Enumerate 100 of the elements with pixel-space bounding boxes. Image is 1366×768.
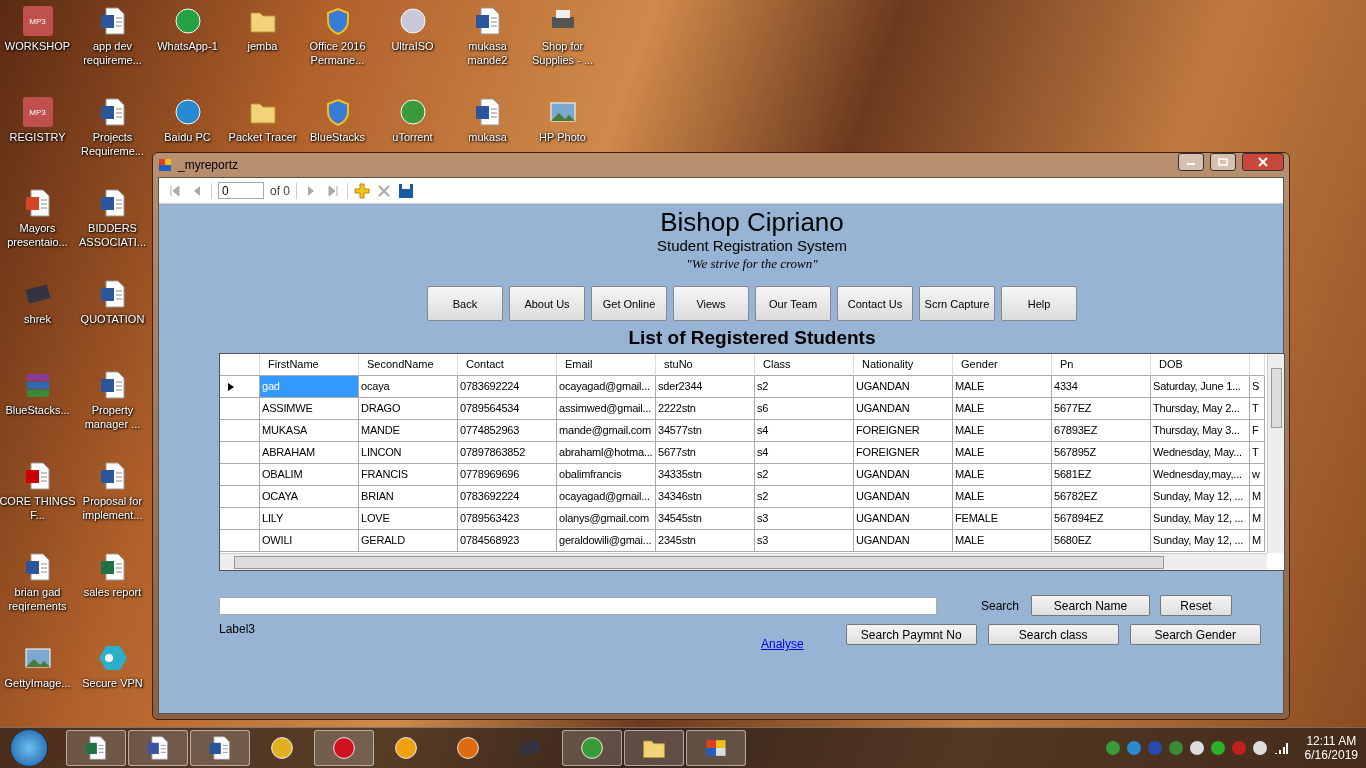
signal-icon[interactable] [1273,742,1288,754]
audio-file-icon[interactable]: MP3 [22,6,53,36]
table-cell: 56782EZ [1052,486,1151,508]
table-cell: assimwed@gmail... [557,398,656,420]
table-cell: Sunday, May 12, ... [1151,486,1250,508]
table-cell: MALE [953,486,1052,508]
taskbar-app-button[interactable] [128,730,188,766]
analyse-link[interactable]: Analyse [761,637,804,651]
tray-icon[interactable] [1189,741,1204,755]
table-cell: MANDE [359,420,458,442]
table-cell: MALE [953,530,1052,552]
table-cell: T [1250,398,1265,420]
search-field[interactable] [219,596,937,615]
record-count: of 0 [270,183,290,198]
column-header[interactable]: Pn [1052,354,1151,376]
nav-button[interactable]: Back [427,286,503,321]
table-cell: FRANCIS [359,464,458,486]
first-record-button[interactable] [167,182,183,199]
table-cell: GERALD [359,530,458,552]
table-cell: 0789564534 [458,398,557,420]
column-header[interactable]: SecondName [359,354,458,376]
column-header[interactable]: stuNo [656,354,755,376]
column-header[interactable]: FirstName [260,354,359,376]
table-cell: s6 [755,398,854,420]
current-row-icon [228,382,234,391]
table-cell: M [1250,486,1265,508]
nav-button[interactable]: About Us [509,286,585,321]
table-cell: 4334 [1052,376,1151,398]
table-cell: 0774852963 [458,420,557,442]
table-cell: MALE [953,398,1052,420]
nav-button[interactable]: Contact Us [837,286,913,321]
first-record-icon [167,182,183,199]
filter-button[interactable]: Search Gender [1129,624,1261,645]
filter-button[interactable]: Search Paymnt No [845,624,977,645]
nav-button[interactable]: Get Online [591,286,667,321]
close-button[interactable] [1242,153,1284,171]
table-cell: MUKASA [260,420,359,442]
vertical-scrollbar[interactable] [1267,354,1284,553]
table-cell: 34545stn [656,508,755,530]
nav-button[interactable]: Help [1001,286,1077,321]
tray-icon[interactable] [1252,741,1267,755]
column-header[interactable] [1250,354,1265,376]
last-record-button[interactable] [325,182,341,199]
column-header[interactable]: Gender [953,354,1052,376]
tray-icon[interactable] [1210,741,1225,755]
desktop-icon-label[interactable]: CORE THINGS F... [0,494,77,522]
taskbar-app-button[interactable] [314,730,374,766]
taskbar-app-button[interactable] [66,730,126,766]
column-header[interactable]: Email [557,354,656,376]
table-cell: 5680EZ [1052,530,1151,552]
minimize-button[interactable] [1178,153,1204,171]
table-cell: sder2344 [656,376,755,398]
column-header[interactable]: Nationality [854,354,953,376]
motto-text: "We strive for the crown" [686,256,818,272]
taskbar-app-button[interactable] [562,730,622,766]
table-cell: UGANDAN [854,530,953,552]
close-icon [1258,157,1268,167]
school-title: Bishop Cipriano [660,207,844,237]
table-cell: UGANDAN [854,376,953,398]
column-header[interactable]: Contact [458,354,557,376]
table-cell: MALE [953,464,1052,486]
column-header[interactable]: Class [755,354,854,376]
column-header[interactable]: DOB [1151,354,1250,376]
taskbar-app-button[interactable] [624,730,684,766]
taskbar-app-button[interactable] [686,730,746,766]
clock[interactable]: 12:11 AM 6/16/2019 [1304,734,1358,762]
nav-button[interactable]: Scrn Capture [919,286,995,321]
save-button[interactable] [398,182,414,199]
position-field[interactable]: 0 [218,182,264,199]
delete-button[interactable] [376,182,392,199]
table-cell: ocaya [359,376,458,398]
table-cell: s4 [755,442,854,464]
table-cell: Wednesday,may,... [1151,464,1250,486]
maximize-button[interactable] [1210,153,1236,171]
table-cell: s4 [755,420,854,442]
table-cell: olanys@gmail.com [557,508,656,530]
add-button[interactable] [354,182,370,199]
table-cell: UGANDAN [854,464,953,486]
table-cell: 2222stn [656,398,755,420]
document-icon [207,735,233,761]
table-cell: 0778969696 [458,464,557,486]
table-cell: Sunday, May 12, ... [1151,508,1250,530]
table-cell: LOVE [359,508,458,530]
search-name-button[interactable]: Search Name [1031,595,1151,616]
table-cell: UGANDAN [854,508,953,530]
table-cell: obalimfrancis [557,464,656,486]
nav-button[interactable]: Views [673,286,749,321]
horizontal-scrollbar[interactable] [220,553,1267,570]
table-cell: UGANDAN [854,398,953,420]
taskbar-app-button[interactable] [190,730,250,766]
search-label: Search [981,598,1020,613]
last-record-icon [325,182,341,199]
filter-button[interactable]: Search class [987,624,1119,645]
delete-icon [376,182,392,199]
reset-button[interactable]: Reset [1160,595,1233,616]
nav-button[interactable]: Our Team [755,286,831,321]
system-subtitle: Student Registration System [656,237,848,254]
start-button[interactable] [10,729,48,767]
audio-file-icon[interactable]: MP3 [22,97,53,127]
table-cell: s3 [755,530,854,552]
